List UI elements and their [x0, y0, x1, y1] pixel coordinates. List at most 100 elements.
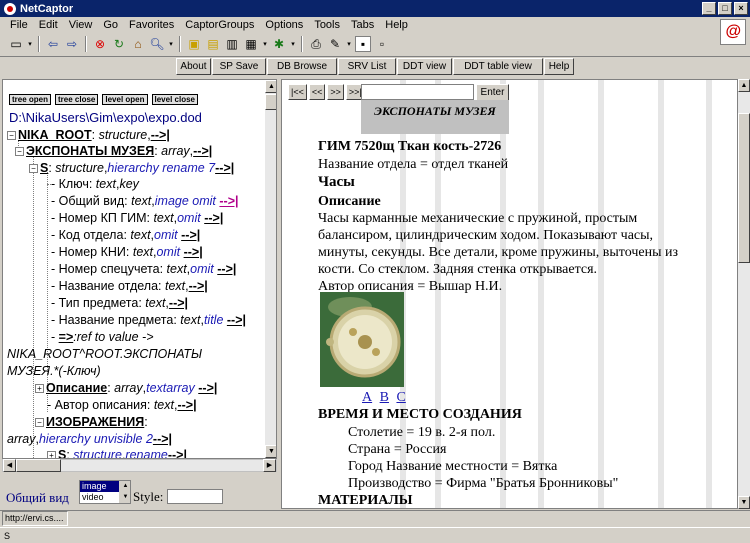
scroll-down-icon[interactable]: ▼: [265, 445, 276, 458]
stop-icon[interactable]: ⊗: [92, 36, 108, 52]
collapse-icon[interactable]: −: [7, 131, 16, 141]
scroll-thumb[interactable]: [16, 459, 61, 472]
close-button[interactable]: ×: [734, 2, 748, 15]
enter-button[interactable]: Enter: [476, 84, 509, 101]
view-type-listbox[interactable]: image video ▲ ▼: [79, 480, 131, 504]
record-search-input[interactable]: [361, 84, 474, 100]
collapse-icon[interactable]: −: [35, 418, 44, 428]
search-icon[interactable]: 🔍︎: [149, 36, 165, 52]
srv-list-button[interactable]: SRV List: [338, 58, 396, 75]
scroll-up-icon[interactable]: ▲: [738, 79, 750, 92]
tree-field-item-type[interactable]: - Тип предмета: text,-->|: [51, 295, 188, 311]
tree-node-exhibits[interactable]: − ЭКСПОНАТЫ МУЗЕЯ: array,-->|: [15, 143, 212, 159]
popup-icon[interactable]: ▫: [374, 36, 390, 52]
menu-view[interactable]: View: [69, 19, 93, 31]
db-browse-button[interactable]: DB Browse: [267, 58, 337, 75]
home-icon[interactable]: ⌂: [130, 36, 146, 52]
tree-node-s2[interactable]: + S: structure,rename-->|: [47, 447, 187, 458]
tree-node-root[interactable]: − NIKA_ROOT: structure,-->|: [7, 127, 170, 143]
expand-icon[interactable]: +: [35, 384, 44, 394]
scroll-thumb[interactable]: [738, 113, 750, 263]
collapse-icon[interactable]: −: [29, 164, 38, 174]
tree-open-button[interactable]: tree open: [9, 94, 52, 105]
ddt-view-button[interactable]: DDT view: [397, 58, 452, 75]
maximize-button[interactable]: □: [718, 2, 732, 15]
dropdown-icon[interactable]: ▾: [290, 36, 296, 52]
section-materials: МАТЕРИАЛЫ: [318, 493, 413, 508]
tree-field-general-view[interactable]: - Общий вид: text,image omit -->|: [51, 193, 239, 209]
tree-ref-line2: NIKA_ROOT^ROOT.ЭКСПОНАТЫ: [7, 347, 203, 361]
about-button[interactable]: About: [176, 58, 211, 75]
tools-icon[interactable]: ✱: [271, 36, 287, 52]
tree-field-item-name[interactable]: - Название предмета: text,title -->|: [51, 312, 246, 328]
menu-file[interactable]: File: [10, 19, 28, 31]
image-link-a[interactable]: A: [362, 390, 372, 405]
pin-icon[interactable]: ▪: [355, 36, 371, 52]
edit-icon[interactable]: ✎: [327, 36, 343, 52]
menu-favorites[interactable]: Favorites: [129, 19, 174, 31]
menu-captorgroups[interactable]: CaptorGroups: [185, 19, 254, 31]
menu-edit[interactable]: Edit: [39, 19, 58, 31]
scroll-down-icon[interactable]: ▼: [738, 496, 750, 509]
tree-ref-node[interactable]: - =>:ref to value ->: [51, 329, 154, 345]
window-icon[interactable]: ▦: [243, 36, 259, 52]
dropdown-icon[interactable]: ▾: [346, 36, 352, 52]
history-icon[interactable]: ▥: [224, 36, 240, 52]
expand-icon[interactable]: +: [47, 451, 56, 458]
dropdown-icon[interactable]: ▾: [168, 36, 174, 52]
tree-close-button[interactable]: tree close: [55, 94, 99, 105]
tree-field-key[interactable]: - Ключ: text,key: [51, 176, 139, 192]
level-open-button[interactable]: level open: [102, 94, 148, 105]
tree-node-s[interactable]: − S: structure,hierarchy rename 7-->|: [29, 160, 234, 176]
ddt-table-view-button[interactable]: DDT table view: [453, 58, 543, 75]
tree-node-description[interactable]: + Описание: array,textarray -->|: [35, 380, 217, 396]
tree-field-special-number[interactable]: - Номер спецучета: text,omit -->|: [51, 261, 236, 277]
image-link-b[interactable]: B: [380, 390, 389, 405]
record-vertical-scrollbar[interactable]: ▲ ▼: [738, 79, 750, 509]
print-icon[interactable]: ⎙: [308, 36, 324, 52]
item-photo[interactable]: [320, 292, 404, 387]
add-folder-icon[interactable]: ▣: [186, 36, 202, 52]
scroll-thumb[interactable]: [265, 94, 276, 110]
new-icon[interactable]: ▭: [8, 36, 24, 52]
country-field: Страна = Россия: [348, 442, 447, 457]
collection-header: ЭКСПОНАТЫ МУЗЕЯ: [361, 100, 509, 134]
listbox-scroll-icon[interactable]: ▲ ▼: [119, 481, 130, 503]
forward-icon[interactable]: ⇨: [64, 36, 80, 52]
prev-record-button[interactable]: <<: [308, 84, 326, 100]
menu-options[interactable]: Options: [265, 19, 303, 31]
menu-go[interactable]: Go: [103, 19, 118, 31]
first-record-button[interactable]: |<<: [288, 84, 307, 100]
tree-field-dept-code[interactable]: - Код отдела: text,omit -->|: [51, 227, 200, 243]
tree-horizontal-scrollbar[interactable]: ◀ ▶: [2, 459, 277, 472]
tree-node-images[interactable]: − ИЗОБРАЖЕНИЯ:: [35, 414, 148, 430]
option-image[interactable]: image: [80, 481, 119, 492]
tree-field-dept-name[interactable]: - Название отдела: text,-->|: [51, 278, 208, 294]
image-link-c[interactable]: C: [396, 390, 405, 405]
menu-help[interactable]: Help: [385, 19, 408, 31]
menu-tools[interactable]: Tools: [314, 19, 340, 31]
dropdown-icon[interactable]: ▾: [262, 36, 268, 52]
scroll-left-icon[interactable]: ◀: [3, 459, 16, 472]
dropdown-icon[interactable]: ▾: [27, 36, 33, 52]
level-close-button[interactable]: level close: [151, 94, 198, 105]
refresh-icon[interactable]: ↻: [111, 36, 127, 52]
tree-field-kni-number[interactable]: - Номер КНИ: text,omit -->|: [51, 244, 203, 260]
style-input[interactable]: [167, 489, 223, 504]
next-record-button[interactable]: >>: [327, 84, 344, 100]
sp-save-button[interactable]: SP Save: [212, 58, 266, 75]
structure-tree-pane: tree open tree close level open level cl…: [2, 79, 277, 459]
scroll-up-icon[interactable]: ▲: [265, 80, 276, 93]
minimize-button[interactable]: _: [702, 2, 716, 15]
favorites-folder-icon[interactable]: ▤: [205, 36, 221, 52]
tree-field-author[interactable]: - Автор описания: text,-->|: [47, 397, 197, 413]
back-icon[interactable]: ⇦: [45, 36, 61, 52]
scroll-right-icon[interactable]: ▶: [263, 459, 276, 472]
record-view-pane: |<< << >> >>| Enter ЭКСПОНАТЫ МУЗЕЯ ГИМ …: [281, 79, 738, 509]
help-button[interactable]: Help: [544, 58, 574, 75]
menu-tabs[interactable]: Tabs: [351, 19, 374, 31]
collapse-icon[interactable]: −: [15, 147, 24, 157]
maker-field: Производство = Фирма "Братья Бронниковы": [348, 476, 619, 491]
tree-field-kp-number[interactable]: - Номер КП ГИМ: text,omit -->|: [51, 210, 223, 226]
tree-vertical-scrollbar[interactable]: ▲ ▼: [265, 80, 276, 458]
